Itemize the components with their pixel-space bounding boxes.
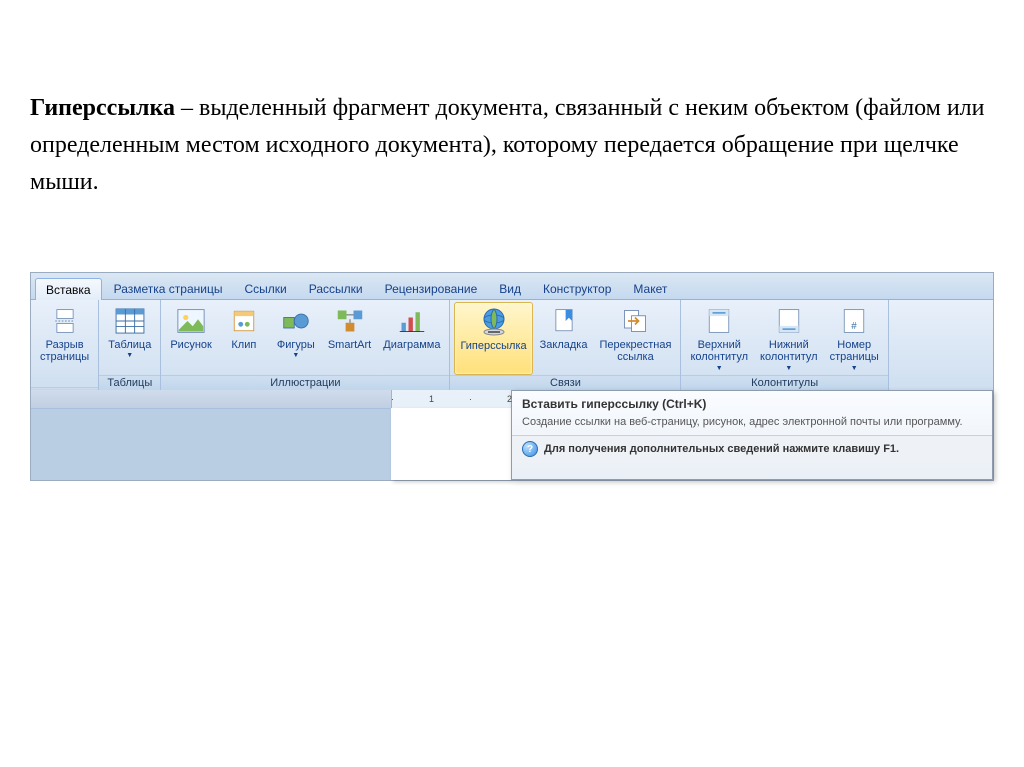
- slide-definition-text: Гиперссылка – выделенный фрагмент докуме…: [0, 0, 1024, 202]
- hyperlink-button[interactable]: Гиперссылка: [454, 302, 532, 375]
- shapes-icon: [280, 305, 312, 337]
- ribbon-tab[interactable]: Макет: [623, 278, 677, 299]
- ribbon-group-label: Колонтитулы: [681, 375, 887, 390]
- ribbon-button-label: Таблица: [108, 339, 151, 352]
- ribbon-group: Таблица▼Таблицы: [99, 300, 161, 390]
- word-ribbon-screenshot: ВставкаРазметка страницыСсылкиРассылкиРе…: [30, 272, 994, 481]
- ribbon-button-label: Гиперссылка: [460, 340, 526, 353]
- ribbon-group: Разрывстраницы: [31, 300, 99, 390]
- tooltip-body: Создание ссылки на веб-страницу, рисунок…: [512, 413, 992, 436]
- ribbon-tab[interactable]: Вид: [489, 278, 531, 299]
- ribbon-button-label: Нижнийколонтитул: [760, 339, 818, 364]
- ribbon-group-label: Таблицы: [99, 375, 160, 390]
- smartart-icon: [334, 305, 366, 337]
- clip-icon: [228, 305, 260, 337]
- crossref-icon: [619, 305, 651, 337]
- document-page: [391, 408, 511, 480]
- ribbon-group-label: Иллюстрации: [161, 375, 449, 390]
- chart-button[interactable]: Диаграмма: [378, 302, 445, 375]
- ribbon-tab[interactable]: Ссылки: [234, 278, 296, 299]
- term-hyperlink: Гиперссылка: [30, 95, 175, 121]
- smartart-button[interactable]: SmartArt: [323, 302, 376, 375]
- ribbon-group-label: Связи: [450, 375, 680, 390]
- crossref-button[interactable]: Перекрестнаяссылка: [594, 302, 676, 375]
- ruler-mark-1: 1: [429, 394, 434, 404]
- ribbon-group: Верхнийколонтитул▼Нижнийколонтитул▼#Номе…: [681, 300, 888, 390]
- chart-icon: [396, 305, 428, 337]
- pagenum-button[interactable]: # Номерстраницы▼: [825, 302, 884, 375]
- tooltip-footer: ? Для получения дополнительных сведений …: [512, 435, 992, 462]
- ribbon-button-label: Фигуры: [277, 339, 315, 352]
- ribbon-group: Рисунок Клип Фигуры▼ SmartArt Диаграмма Иллюс…: [161, 300, 450, 390]
- clip-button[interactable]: Клип: [219, 302, 269, 375]
- document-area: · 1 · 2 Вставить гиперссылку (Ctrl+K) Со…: [31, 390, 993, 480]
- ribbon-button-label: SmartArt: [328, 339, 371, 352]
- page-break-button[interactable]: Разрывстраницы: [35, 302, 94, 387]
- picture-button[interactable]: Рисунок: [165, 302, 217, 375]
- shapes-button[interactable]: Фигуры▼: [271, 302, 321, 375]
- chevron-down-icon: ▼: [126, 352, 133, 360]
- footer-button[interactable]: Нижнийколонтитул▼: [755, 302, 823, 375]
- hyperlink-icon: [478, 306, 510, 338]
- ribbon-tab[interactable]: Вставка: [35, 278, 102, 300]
- ribbon-body: РазрывстраницыТаблица▼ТаблицыРисунокКлип…: [31, 300, 993, 390]
- ribbon-button-label: Верхнийколонтитул: [690, 339, 748, 364]
- header-icon: [703, 305, 735, 337]
- chevron-down-icon: ▼: [785, 365, 792, 373]
- ribbon-button-label: Перекрестнаяссылка: [599, 339, 671, 364]
- chevron-down-icon: ▼: [716, 365, 723, 373]
- ribbon-tab[interactable]: Рецензирование: [375, 278, 488, 299]
- table-icon: [114, 305, 146, 337]
- chevron-down-icon: ▼: [292, 352, 299, 360]
- ruler-mark-2: 2: [507, 394, 512, 404]
- table-button[interactable]: Таблица▼: [103, 302, 156, 375]
- ribbon-button-label: Рисунок: [170, 339, 212, 352]
- ribbon-button-label: Номерстраницы: [830, 339, 879, 364]
- footer-icon: [773, 305, 805, 337]
- bookmark-icon: [548, 305, 580, 337]
- ribbon-button-label: Клип: [231, 339, 256, 352]
- page-break-icon: [49, 305, 81, 337]
- tooltip-title: Вставить гиперссылку (Ctrl+K): [512, 391, 992, 413]
- hyperlink-tooltip: Вставить гиперссылку (Ctrl+K) Создание с…: [511, 390, 993, 480]
- chevron-down-icon: ▼: [851, 365, 858, 373]
- horizontal-ruler: · 1 · 2: [31, 390, 511, 409]
- header-button[interactable]: Верхнийколонтитул▼: [685, 302, 753, 375]
- ribbon-tab[interactable]: Разметка страницы: [104, 278, 233, 299]
- svg-text:#: #: [851, 321, 857, 332]
- pagenum-icon: #: [838, 305, 870, 337]
- ribbon-button-label: Закладка: [540, 339, 588, 352]
- tooltip-footer-text: Для получения дополнительных сведений на…: [544, 443, 899, 455]
- bookmark-button[interactable]: Закладка: [535, 302, 593, 375]
- ribbon-tab[interactable]: Рассылки: [299, 278, 373, 299]
- doc-left-panel: · 1 · 2: [31, 390, 511, 480]
- ribbon-group: Гиперссылка Закладка Перекрестнаяссылка Свя…: [450, 300, 681, 390]
- ribbon-tab[interactable]: Конструктор: [533, 278, 621, 299]
- ribbon-tabs-row: ВставкаРазметка страницыСсылкиРассылкиРе…: [31, 273, 993, 300]
- help-icon: ?: [522, 441, 538, 457]
- ribbon-button-label: Разрывстраницы: [40, 339, 89, 364]
- picture-icon: [175, 305, 207, 337]
- ribbon-button-label: Диаграмма: [383, 339, 440, 352]
